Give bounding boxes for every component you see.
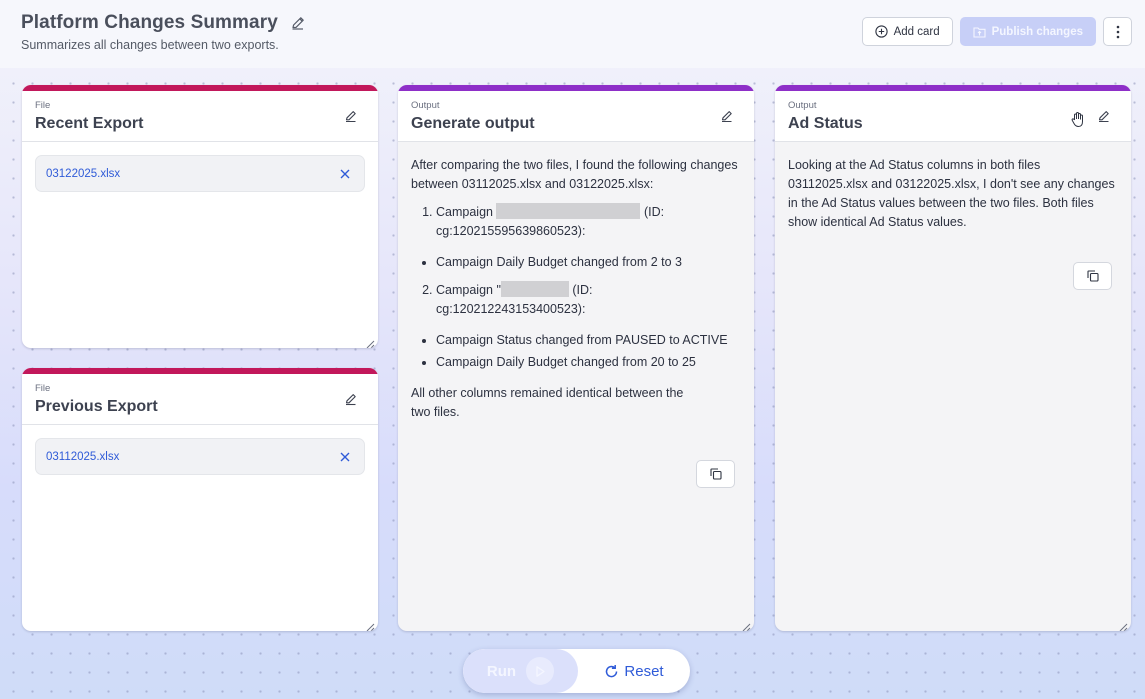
copy-icon bbox=[709, 468, 722, 480]
redacted-block bbox=[496, 203, 641, 219]
output-text: After comparing the two files, I found t… bbox=[398, 142, 754, 422]
reset-button[interactable]: Reset bbox=[578, 649, 690, 693]
generate-output-card[interactable]: Output Generate output After comparing t… bbox=[398, 85, 754, 631]
plus-circle-icon bbox=[874, 25, 888, 38]
card-title: Recent Export bbox=[35, 115, 144, 132]
pencil-icon[interactable] bbox=[344, 392, 358, 406]
add-card-button[interactable]: Add card bbox=[861, 17, 953, 46]
output-text: Looking at the Ad Status columns in both… bbox=[775, 142, 1131, 232]
previous-export-card[interactable]: File Previous Export 03112025.xlsx bbox=[22, 368, 378, 631]
run-reset-bar: Run Reset bbox=[463, 649, 690, 693]
resize-handle-icon[interactable] bbox=[366, 619, 375, 631]
close-icon[interactable] bbox=[339, 168, 351, 180]
page-subtitle: Summarizes all changes between two expor… bbox=[21, 38, 279, 52]
resize-handle-icon[interactable] bbox=[742, 619, 751, 631]
output-outro: All other columns remained identical bet… bbox=[411, 386, 684, 419]
file-chip[interactable]: 03112025.xlsx bbox=[35, 438, 365, 475]
card-kind-label: File bbox=[35, 100, 51, 111]
play-icon bbox=[526, 657, 555, 685]
copy-button[interactable] bbox=[1073, 262, 1112, 290]
card-title: Previous Export bbox=[35, 398, 158, 415]
ad-status-card[interactable]: Output Ad Status Looking at the Ad Statu… bbox=[775, 85, 1131, 631]
copy-button[interactable] bbox=[696, 460, 735, 488]
reset-icon bbox=[604, 664, 619, 679]
list-item: Campaign (ID: cg:120215595639860523): bbox=[436, 203, 741, 241]
pencil-icon[interactable] bbox=[290, 15, 306, 31]
pencil-icon[interactable] bbox=[720, 109, 734, 123]
output-intro: After comparing the two files, I found t… bbox=[411, 158, 738, 191]
add-card-label: Add card bbox=[893, 25, 940, 38]
pencil-icon[interactable] bbox=[344, 109, 358, 123]
card-kind-label: Output bbox=[411, 100, 440, 111]
publish-changes-button[interactable]: Publish changes bbox=[959, 17, 1096, 46]
copy-icon bbox=[1086, 270, 1099, 282]
folder-upload-icon bbox=[973, 26, 986, 38]
recent-export-card[interactable]: File Recent Export 03122025.xlsx bbox=[22, 85, 378, 348]
changes-list: Campaign (ID: cg:120215595639860523): bbox=[411, 203, 741, 241]
reset-label: Reset bbox=[624, 662, 664, 680]
file-chip[interactable]: 03122025.xlsx bbox=[35, 155, 365, 192]
file-name[interactable]: 03122025.xlsx bbox=[46, 168, 120, 180]
file-name[interactable]: 03112025.xlsx bbox=[46, 451, 119, 463]
run-button[interactable]: Run bbox=[463, 649, 578, 693]
resize-handle-icon[interactable] bbox=[366, 336, 375, 348]
publish-changes-label: Publish changes bbox=[991, 25, 1083, 38]
list-item: Campaign Daily Budget changed from 2 to … bbox=[436, 253, 741, 272]
list-item: Campaign " (ID: cg:120212243153400523): bbox=[436, 281, 741, 319]
ad-status-text: Looking at the Ad Status columns in both… bbox=[788, 158, 1115, 229]
card-title: Generate output bbox=[411, 115, 535, 132]
hand-icon[interactable] bbox=[1070, 111, 1086, 128]
more-vertical-icon bbox=[1116, 25, 1120, 39]
more-options-button[interactable] bbox=[1103, 17, 1132, 46]
header: Platform Changes Summary Summarizes all … bbox=[0, 0, 1145, 68]
card-kind-label: File bbox=[35, 383, 51, 394]
pencil-icon[interactable] bbox=[1097, 109, 1111, 123]
page-title: Platform Changes Summary bbox=[21, 12, 278, 33]
run-label: Run bbox=[486, 662, 517, 680]
resize-handle-icon[interactable] bbox=[1119, 619, 1128, 631]
card-kind-label: Output bbox=[788, 100, 817, 111]
card-title: Ad Status bbox=[788, 115, 863, 132]
list-item: Campaign Daily Budget changed from 20 to… bbox=[436, 353, 741, 372]
list-item: Campaign Status changed from PAUSED to A… bbox=[436, 331, 741, 350]
close-icon[interactable] bbox=[339, 451, 351, 463]
redacted-block bbox=[500, 281, 569, 297]
